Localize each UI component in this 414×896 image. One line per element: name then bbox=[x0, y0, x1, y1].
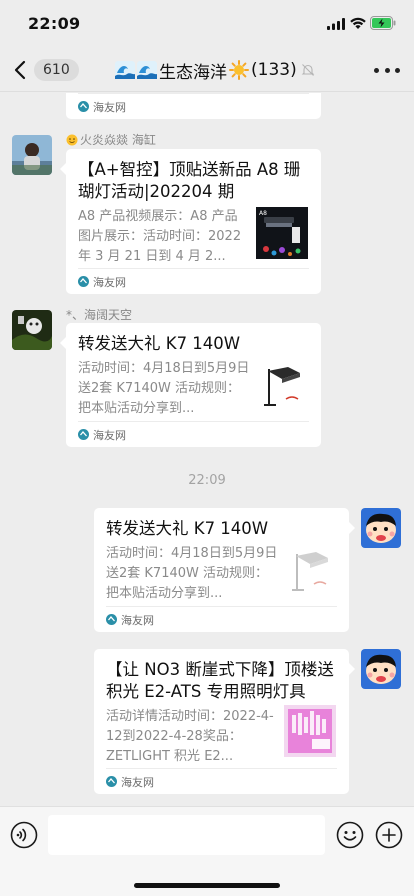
card-source: 海友网 bbox=[106, 606, 337, 632]
card-description: 活动时间：4月18日到5月9日送2套 K7140W 活动规则：把本贴活动分享到.… bbox=[106, 546, 278, 601]
smile-emoji-icon bbox=[66, 134, 78, 145]
chat-header: 610 生态海洋 (133) bbox=[0, 48, 414, 92]
more-options-button[interactable] bbox=[374, 58, 400, 82]
card-description: 活动时间：4月18日到5月9日送2套 K7140W 活动规则：把本贴活动分享到.… bbox=[78, 361, 250, 416]
avatar[interactable] bbox=[12, 310, 52, 350]
dot-icon bbox=[395, 67, 400, 73]
avatar[interactable] bbox=[12, 135, 52, 175]
card-description: 活动详情活动时间：2022-4-12到2022-4-28奖品：ZETLIGHT … bbox=[106, 709, 274, 764]
card-source: 海友网 bbox=[78, 268, 309, 294]
mute-bell-icon bbox=[301, 64, 315, 76]
add-attachment-icon[interactable] bbox=[375, 821, 403, 849]
dot-icon bbox=[384, 67, 390, 73]
cellular-signal-icon bbox=[327, 18, 345, 30]
wifi-icon bbox=[350, 17, 366, 29]
my-avatar[interactable] bbox=[361, 649, 401, 689]
link-card[interactable]: 转发送大礼 K7 140W 活动时间：4月18日到5月9日送2套 K7140W … bbox=[60, 323, 321, 447]
source-logo-icon bbox=[78, 276, 89, 287]
svg-text:A8: A8 bbox=[259, 210, 267, 217]
card-source: 海友网 bbox=[106, 768, 337, 794]
chat-messages[interactable]: 海友网 火炎焱燚 海缸 【A+智控】顶贴送新品 A8 珊瑚灯活动|202204 … bbox=[0, 93, 414, 806]
card-title: 【A+智控】顶贴送新品 A8 珊瑚灯活动|202204 期 bbox=[78, 160, 301, 201]
product-thumbnail bbox=[256, 361, 308, 413]
card-source: 海友网 bbox=[78, 93, 309, 119]
chevron-left-icon bbox=[14, 60, 26, 80]
link-card[interactable]: 海友网 bbox=[66, 93, 321, 119]
avatar-photo-icon bbox=[12, 135, 52, 175]
unread-count-badge: 610 bbox=[34, 59, 79, 81]
product-thumbnail bbox=[284, 546, 336, 598]
source-logo-icon bbox=[78, 101, 89, 112]
cartoon-avatar-icon bbox=[361, 508, 401, 548]
message-input[interactable] bbox=[48, 815, 325, 855]
back-button[interactable]: 610 bbox=[10, 56, 79, 84]
card-title: 【让 NO3 断崖式下降】顶楼送积光 E2-ATS 专用照明灯具 bbox=[106, 660, 334, 701]
source-logo-icon bbox=[106, 614, 117, 625]
sender-name: 火炎焱燚 海缸 bbox=[66, 131, 156, 148]
status-time: 22:09 bbox=[28, 14, 81, 33]
sender-name: *、海阔天空 bbox=[66, 308, 133, 322]
card-description: A8 产品视频展示：A8 产品图片展示：活动时间：2022 年 3 月 21 日… bbox=[78, 209, 242, 264]
card-title: 转发送大礼 K7 140W bbox=[78, 334, 241, 353]
link-card[interactable]: 【A+智控】顶贴送新品 A8 珊瑚灯活动|202204 期 A8 产品视频展示：… bbox=[60, 149, 321, 294]
emoji-icon[interactable] bbox=[336, 821, 364, 849]
card-title: 转发送大礼 K7 140W bbox=[106, 519, 269, 538]
card-source: 海友网 bbox=[78, 421, 309, 447]
product-thumbnail bbox=[284, 705, 336, 757]
voice-input-icon[interactable] bbox=[10, 821, 38, 849]
home-indicator bbox=[134, 883, 280, 888]
wave-emoji-icon bbox=[137, 61, 157, 79]
avatar-photo-icon bbox=[12, 310, 52, 350]
sun-emoji-icon bbox=[229, 60, 249, 80]
wave-emoji-icon bbox=[115, 61, 135, 79]
source-logo-icon bbox=[106, 776, 117, 787]
dot-icon bbox=[374, 67, 379, 73]
link-card[interactable]: 转发送大礼 K7 140W 活动时间：4月18日到5月9日送2套 K7140W … bbox=[94, 508, 355, 632]
group-name: 生态海洋 bbox=[159, 62, 227, 83]
status-bar: 22:09 bbox=[0, 0, 414, 48]
message-input-bar bbox=[0, 806, 414, 896]
product-thumbnail: A8 bbox=[256, 207, 308, 259]
my-avatar[interactable] bbox=[361, 508, 401, 548]
battery-charging-icon bbox=[370, 16, 396, 30]
chat-title: 生态海洋 (133) bbox=[115, 58, 315, 83]
message-timestamp: 22:09 bbox=[188, 473, 226, 488]
member-count: (133) bbox=[251, 60, 297, 80]
cartoon-avatar-icon bbox=[361, 649, 401, 689]
link-card[interactable]: 【让 NO3 断崖式下降】顶楼送积光 E2-ATS 专用照明灯具 活动详情活动时… bbox=[94, 649, 355, 794]
source-logo-icon bbox=[78, 429, 89, 440]
